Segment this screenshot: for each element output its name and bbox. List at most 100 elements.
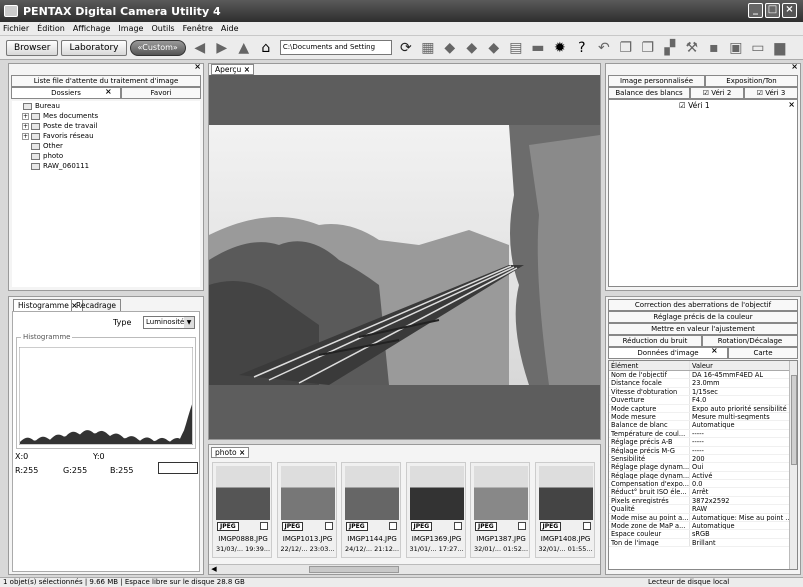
btn-level-adjust[interactable]: Mettre en valeur l'ajustement <box>608 323 798 335</box>
home-icon[interactable]: ⌂ <box>258 40 274 56</box>
menu-help[interactable]: Aide <box>221 24 239 33</box>
tools-icon[interactable]: ⚒ <box>684 40 700 56</box>
diamond-icon[interactable]: ◆ <box>486 40 502 56</box>
tab-noise[interactable]: Réduction du bruit <box>608 335 702 347</box>
menu-tools[interactable]: Outils <box>151 24 174 33</box>
tab-exposure[interactable]: Exposition/Ton <box>705 75 798 87</box>
close-panel-icon[interactable]: × <box>194 62 201 71</box>
browser-button[interactable]: Browser <box>6 39 59 56</box>
menu-image[interactable]: Image <box>118 24 143 33</box>
table-row[interactable]: Pixels enregistrés 3872x2592 <box>609 496 797 506</box>
tree-item[interactable]: + Mes documents <box>12 111 200 121</box>
tree-item[interactable]: Other <box>12 141 200 151</box>
table-row[interactable]: Nom de l'objectif DA 16-45mmF4ED AL <box>609 371 797 380</box>
thumbnail[interactable]: JPEG IMGP1387.JPG 32/01/... 01:52... <box>470 462 530 558</box>
maximize-button[interactable]: □ <box>765 3 780 18</box>
table-row[interactable]: Mode zone de MaP a... Automatique <box>609 522 797 531</box>
tab-white-balance[interactable]: Balance des blancs <box>608 87 690 99</box>
table-row[interactable]: Balance de blanc Automatique <box>609 421 797 430</box>
close-button[interactable]: × <box>782 3 797 18</box>
tab-queue[interactable]: Liste file d'attente du traitement d'ima… <box>11 75 201 87</box>
gear-icon[interactable]: ✹ <box>552 40 568 56</box>
back-arrow-icon[interactable]: ◀ <box>192 40 208 56</box>
help-icon[interactable]: ? <box>574 40 590 56</box>
paste-icon[interactable]: ❐ <box>640 40 656 56</box>
menu-edit[interactable]: Édition <box>37 24 65 33</box>
grid-view-icon[interactable]: ▦ <box>420 40 436 56</box>
table-row[interactable]: Distance focale 23.0mm <box>609 379 797 388</box>
table-row[interactable]: Réduct° bruit ISO éle... Arrêt <box>609 488 797 497</box>
grid-scroll-thumb[interactable] <box>791 375 797 465</box>
laboratory-button[interactable]: Laboratory <box>61 39 127 56</box>
table-row[interactable]: Sensibilité 200 <box>609 454 797 464</box>
thumbnail[interactable]: JPEG IMGP1408.JPG 32/01/... 01:55... <box>534 462 595 558</box>
table-row[interactable]: Réglage plage dynam... Activé <box>609 471 797 481</box>
expand-icon[interactable]: + <box>22 122 29 130</box>
close-tab-icon[interactable]: × <box>711 346 718 355</box>
filmstrip-scrollbar[interactable]: ◀ <box>209 564 600 574</box>
table-row[interactable]: Mode mise au point a... Automatique: Mise… <box>609 513 797 523</box>
tab-image-data[interactable]: Données d'image <box>608 347 728 359</box>
refresh-icon[interactable]: ⟳ <box>398 40 414 56</box>
menu-file[interactable]: Fichier <box>3 24 29 33</box>
table-row[interactable]: Ouverture F4.0 <box>609 396 797 405</box>
btn-color-adjust[interactable]: Réglage précis de la couleur <box>608 311 798 323</box>
undo-icon[interactable]: ↶ <box>596 40 612 56</box>
folder-menu-icon[interactable]: ▆ <box>772 40 788 56</box>
table-row[interactable]: Qualité RAW <box>609 505 797 514</box>
table-row[interactable]: Réglage précis A-B ----- <box>609 438 797 447</box>
tab-custom-image[interactable]: Image personnalisée <box>608 75 705 87</box>
compare-icon[interactable]: ▤ <box>508 40 524 56</box>
tab-check-1[interactable]: ☑ Véri 1 <box>679 101 710 110</box>
thumbnail[interactable]: JPEG IMGP1369.JPG 31/01/... 17:27... <box>405 462 466 558</box>
screen-icon[interactable]: ▭ <box>750 40 766 56</box>
select-checkbox[interactable] <box>389 522 397 530</box>
table-row[interactable]: Espace couleur sRGB <box>609 530 797 539</box>
scroll-left-icon[interactable]: ◀ <box>209 565 219 574</box>
table-row[interactable]: Compensation d'expo... 0.0 <box>609 480 797 489</box>
tab-favorites[interactable]: Favori <box>121 87 201 99</box>
type-select[interactable]: Luminosité ▼ <box>143 316 195 329</box>
tab-map[interactable]: Carte <box>728 347 798 359</box>
up-arrow-icon[interactable]: ▲ <box>236 40 252 56</box>
custom-button[interactable]: «Custom» <box>129 39 186 56</box>
close-tab-icon[interactable]: × <box>105 87 112 96</box>
table-row[interactable]: Température de coul... ----- <box>609 429 797 439</box>
menu-view[interactable]: Affichage <box>73 24 111 33</box>
table-row[interactable]: Réglage plage dynam... Oui <box>609 463 797 472</box>
forward-arrow-icon[interactable]: ▶ <box>214 40 230 56</box>
minimize-button[interactable]: _ <box>748 3 763 18</box>
tab-check-3[interactable]: ☑ Véri 3 <box>744 87 798 99</box>
levels-icon[interactable]: ▞ <box>662 40 678 56</box>
tab-preview[interactable]: Aperçu × <box>211 64 254 75</box>
close-panel-icon[interactable]: × <box>791 62 798 71</box>
tree-item[interactable]: Bureau <box>12 101 200 111</box>
table-row[interactable]: Ton de l'image Brillant <box>609 538 797 548</box>
close-tab-icon[interactable]: × <box>788 100 795 109</box>
preview-canvas[interactable] <box>209 75 600 439</box>
copy-icon[interactable]: ❐ <box>618 40 634 56</box>
thumbnail[interactable]: JPEG IMGP1144.JPG 24/12/... 21:12... <box>341 462 401 558</box>
select-checkbox[interactable] <box>518 522 526 530</box>
tree-item[interactable]: + Poste de travail <box>12 121 200 131</box>
scroll-thumb[interactable] <box>309 566 399 573</box>
panel-icon[interactable]: ▣ <box>728 40 744 56</box>
expand-icon[interactable]: + <box>22 132 29 140</box>
grid-scrollbar[interactable] <box>789 361 797 569</box>
table-row[interactable]: Vitesse d'obturation 1/15sec <box>609 387 797 397</box>
table-row[interactable]: Mode capture Expo auto priorité sensibili… <box>609 404 797 413</box>
thumbnail[interactable]: JPEG IMGP0888.JPG 31/03/... 19:39... <box>212 462 272 558</box>
select-checkbox[interactable] <box>582 522 591 530</box>
table-row[interactable]: Réglage précis M-G ----- <box>609 446 797 455</box>
tree-item[interactable]: + Favoris réseau <box>12 131 200 141</box>
select-checkbox[interactable] <box>260 522 268 530</box>
thumbnail[interactable]: JPEG IMGP1013.JPG 22/12/... 23:03... <box>276 462 337 558</box>
rotate-left-icon[interactable]: ◆ <box>442 40 458 56</box>
expand-icon[interactable]: + <box>22 112 29 120</box>
tree-item[interactable]: photo <box>12 151 200 161</box>
slideshow-icon[interactable]: ▬ <box>530 40 546 56</box>
select-checkbox[interactable] <box>453 522 462 530</box>
tab-photo[interactable]: photo × <box>211 447 250 458</box>
path-combo[interactable]: C:\Documents and Setting <box>279 40 392 55</box>
menu-window[interactable]: Fenêtre <box>183 24 213 33</box>
